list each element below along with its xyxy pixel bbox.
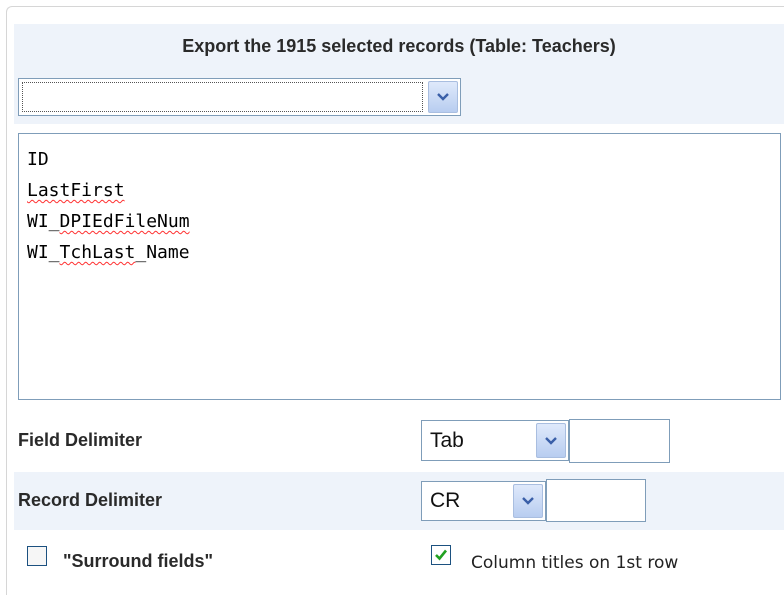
record-delimiter-select[interactable]: CR <box>421 481 546 521</box>
field-line: LastFirst <box>27 180 125 201</box>
chevron-down-icon[interactable] <box>536 423 566 458</box>
record-delimiter-custom-input[interactable] <box>546 479 646 522</box>
column-titles-checkbox[interactable] <box>431 545 451 565</box>
export-fields-textarea[interactable]: ID LastFirst WI_DPIEdFileNum WI_TchLast_… <box>18 133 781 400</box>
surround-fields-checkbox[interactable] <box>27 546 47 566</box>
checkmark-icon <box>435 549 448 561</box>
field-delimiter-custom-input[interactable] <box>569 419 670 463</box>
column-titles-label: Column titles on 1st row <box>471 553 679 573</box>
field-delimiter-label: Field Delimiter <box>18 430 143 450</box>
surround-fields-label: "Surround fields" <box>63 551 214 571</box>
field-delimiter-select[interactable]: Tab <box>421 420 569 461</box>
field-line: WI_DPIEdFileNum <box>27 211 190 232</box>
record-delimiter-value: CR <box>430 489 461 512</box>
field-line: ID <box>27 149 49 170</box>
export-title: Export the 1915 selected records (Table:… <box>14 24 784 68</box>
chevron-down-icon[interactable] <box>513 484 543 518</box>
chevron-down-icon[interactable] <box>428 81 458 113</box>
field-delimiter-value: Tab <box>430 428 464 452</box>
field-select[interactable] <box>18 78 461 116</box>
field-line: WI_TchLast_Name <box>27 242 190 263</box>
field-select-value <box>22 82 423 112</box>
record-delimiter-label: Record Delimiter <box>18 490 163 510</box>
